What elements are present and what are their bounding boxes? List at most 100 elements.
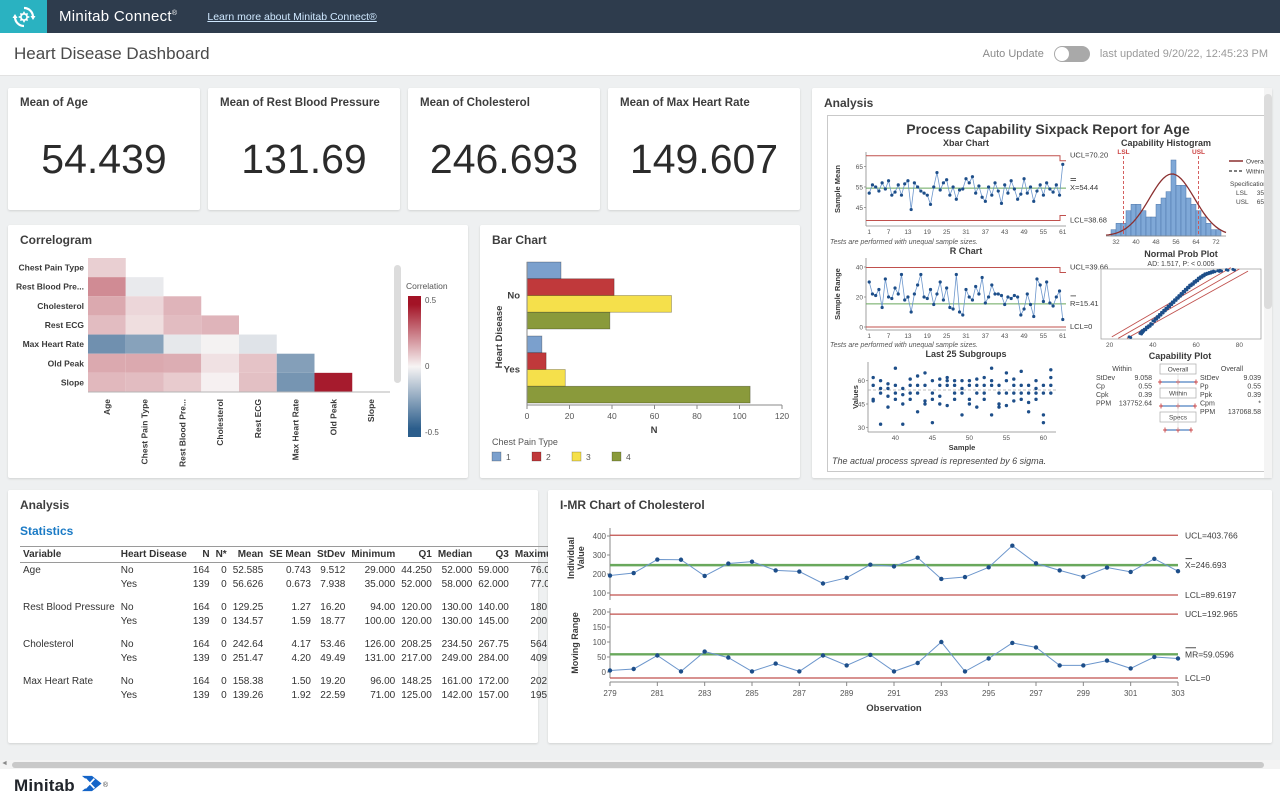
auto-update-label: Auto Update bbox=[983, 48, 1044, 60]
auto-update-toggle[interactable] bbox=[1054, 46, 1090, 62]
svg-text:291: 291 bbox=[887, 689, 901, 698]
svg-text:LCL=0: LCL=0 bbox=[1185, 673, 1211, 683]
table-row: Yes139056.6260.6737.93835.00052.00058.00… bbox=[20, 577, 564, 591]
table-cell: 0 bbox=[213, 563, 230, 578]
svg-text:37: 37 bbox=[982, 333, 990, 340]
table-cell: 251.47 bbox=[230, 651, 267, 665]
table-cell: Yes bbox=[118, 688, 190, 702]
svg-text:R=15.41: R=15.41 bbox=[1070, 299, 1099, 308]
brand-name: Minitab Connect® bbox=[59, 8, 177, 25]
svg-text:200: 200 bbox=[593, 608, 607, 617]
table-cell: 0.743 bbox=[266, 563, 314, 578]
svg-text:40: 40 bbox=[1149, 342, 1157, 349]
column-header: Minimum bbox=[348, 547, 398, 563]
analysis-sixpack-panel: Analysis Process Capability Sixpack Repo… bbox=[812, 88, 1272, 478]
svg-text:137752.64: 137752.64 bbox=[1119, 401, 1152, 408]
svg-text:297: 297 bbox=[1029, 689, 1043, 698]
table-cell: 19.20 bbox=[314, 674, 348, 688]
table-cell: 139 bbox=[190, 688, 213, 702]
table-cell: 96.00 bbox=[348, 674, 398, 688]
horizontal-scroll-thumb[interactable] bbox=[12, 762, 1264, 768]
svg-text:Value: Value bbox=[576, 546, 586, 570]
footer-registered-mark: ® bbox=[103, 782, 108, 789]
scroll-left-arrow-icon[interactable]: ◄ bbox=[1, 760, 8, 767]
table-cell: 139 bbox=[190, 614, 213, 628]
statistics-panel: Analysis Statistics VariableHeart Diseas… bbox=[8, 490, 538, 743]
table-cell: Yes bbox=[118, 614, 190, 628]
svg-text:Cp: Cp bbox=[1096, 384, 1105, 391]
table-cell bbox=[20, 614, 118, 628]
correlogram-scroll-thumb[interactable] bbox=[394, 265, 401, 383]
table-cell: 0 bbox=[213, 577, 230, 591]
column-header: SE Mean bbox=[266, 547, 314, 563]
table-cell: No bbox=[118, 637, 190, 651]
svg-text:80: 80 bbox=[692, 411, 702, 421]
sixpack-scroll-thumb[interactable] bbox=[1264, 94, 1272, 309]
svg-text:No: No bbox=[507, 291, 520, 302]
svg-text:Tests are performed with unequ: Tests are performed with unequal sample … bbox=[830, 239, 978, 246]
table-cell: 59.000 bbox=[475, 563, 512, 578]
svg-text:55: 55 bbox=[856, 184, 864, 191]
svg-text:45: 45 bbox=[929, 435, 937, 442]
svg-text:Cpm: Cpm bbox=[1200, 401, 1215, 408]
table-cell: 140.00 bbox=[475, 600, 512, 614]
svg-text:Within: Within bbox=[1246, 169, 1264, 176]
learn-more-link[interactable]: Learn more about Minitab Connect® bbox=[207, 11, 376, 23]
svg-text:55: 55 bbox=[1040, 333, 1048, 340]
table-cell: 18.77 bbox=[314, 614, 348, 628]
svg-text:0: 0 bbox=[859, 325, 863, 332]
svg-text:50: 50 bbox=[966, 435, 974, 442]
svg-text:2: 2 bbox=[546, 452, 551, 462]
svg-text:55: 55 bbox=[1003, 435, 1011, 442]
table-cell: 35.000 bbox=[348, 577, 398, 591]
svg-text:Correlation: Correlation bbox=[406, 281, 448, 291]
last-updated-text: last updated 9/20/22, 12:45:23 PM bbox=[1100, 48, 1268, 60]
table-cell: 49.49 bbox=[314, 651, 348, 665]
svg-text:Sample: Sample bbox=[949, 443, 976, 452]
svg-text:30: 30 bbox=[858, 425, 866, 432]
svg-text:0.5: 0.5 bbox=[425, 296, 437, 305]
svg-text:281: 281 bbox=[651, 689, 665, 698]
svg-text:Cpk: Cpk bbox=[1096, 392, 1109, 399]
table-cell: 164 bbox=[190, 600, 213, 614]
imr-chart: 100200300400UCL=403.766X=246.693LCL=89.6… bbox=[548, 512, 1272, 743]
svg-text:Cholesterol: Cholesterol bbox=[37, 301, 84, 311]
svg-text:StDev: StDev bbox=[1096, 375, 1116, 382]
svg-text:7: 7 bbox=[887, 333, 891, 340]
column-header: Q1 bbox=[398, 547, 435, 563]
svg-text:60: 60 bbox=[1193, 342, 1201, 349]
svg-text:Overall: Overall bbox=[1168, 367, 1189, 374]
svg-text:Sample Mean: Sample Mean bbox=[833, 165, 842, 213]
svg-text:Rest ECG: Rest ECG bbox=[45, 320, 85, 330]
table-cell: 58.000 bbox=[435, 577, 475, 591]
app-root: Minitab Connect® Learn more about Minita… bbox=[0, 0, 1280, 802]
svg-text:13: 13 bbox=[904, 229, 912, 236]
svg-text:0.39: 0.39 bbox=[1247, 392, 1261, 399]
table-cell: Cholesterol bbox=[20, 637, 118, 651]
kpi-label: Mean of Rest Blood Pressure bbox=[220, 97, 380, 109]
svg-text:0: 0 bbox=[525, 411, 530, 421]
svg-text:55: 55 bbox=[1040, 229, 1048, 236]
table-cell: 139.26 bbox=[230, 688, 267, 702]
table-cell: No bbox=[118, 674, 190, 688]
svg-text:Xbar Chart: Xbar Chart bbox=[943, 138, 989, 148]
sixpack-report: Process Capability Sixpack Report for Ag… bbox=[827, 115, 1270, 472]
table-cell: 53.46 bbox=[314, 637, 348, 651]
svg-text:49: 49 bbox=[1020, 229, 1028, 236]
table-cell: 0 bbox=[213, 614, 230, 628]
table-cell: 217.00 bbox=[398, 651, 435, 665]
svg-text:20: 20 bbox=[1106, 342, 1114, 349]
svg-text:Capability Histogram: Capability Histogram bbox=[1121, 138, 1211, 148]
svg-text:*: * bbox=[1258, 401, 1261, 408]
kpi-card-mean-cholesterol: Mean of Cholesterol 246.693 bbox=[408, 88, 600, 210]
table-cell: 139 bbox=[190, 577, 213, 591]
table-cell: No bbox=[118, 600, 190, 614]
minitab-connect-logo[interactable] bbox=[0, 0, 47, 33]
svg-text:19: 19 bbox=[924, 229, 932, 236]
svg-text:Old Peak: Old Peak bbox=[48, 358, 85, 368]
table-cell: 1.27 bbox=[266, 600, 314, 614]
svg-text:Slope: Slope bbox=[366, 399, 376, 422]
svg-text:0.55: 0.55 bbox=[1247, 384, 1261, 391]
table-cell: 4.20 bbox=[266, 651, 314, 665]
svg-text:0: 0 bbox=[425, 362, 430, 371]
